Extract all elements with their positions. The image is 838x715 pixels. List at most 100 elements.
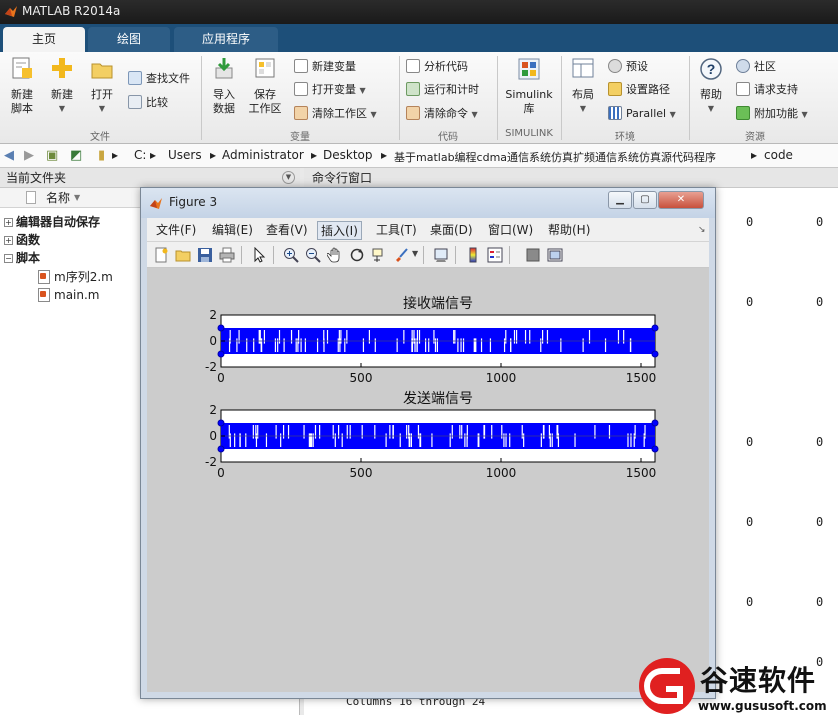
path-separator: ▸: [751, 148, 758, 162]
open-variable-button[interactable]: 打开变量 ▼: [294, 81, 366, 99]
collapse-icon[interactable]: −: [4, 254, 13, 263]
breadcrumb-drive[interactable]: C:: [134, 148, 146, 162]
request-support-button[interactable]: 请求支持: [736, 81, 798, 99]
pointer-icon[interactable]: [251, 247, 267, 263]
data-cursor-icon[interactable]: [371, 247, 387, 263]
zoom-in-icon[interactable]: [283, 247, 299, 263]
set-path-label: 设置路径: [626, 83, 670, 96]
list-item[interactable]: main.m: [38, 286, 100, 304]
request-support-label: 请求支持: [754, 83, 798, 96]
variable-group-label: 变量: [290, 132, 310, 143]
up-folder-icon[interactable]: ▣: [46, 148, 58, 163]
new-button[interactable]: 新建 ▼: [44, 56, 80, 116]
open-folder-icon: [91, 63, 113, 79]
show-plot-tools-icon[interactable]: [547, 247, 563, 263]
rotate-icon[interactable]: [349, 247, 365, 263]
breadcrumb-desktop[interactable]: Desktop: [323, 148, 373, 162]
matlab-logo-icon: [5, 6, 17, 17]
back-arrow-icon[interactable]: ◀: [4, 148, 14, 163]
list-item[interactable]: m序列2.m: [38, 268, 113, 286]
m-file-icon: [38, 288, 50, 302]
file-label: m序列2.m: [54, 270, 113, 284]
layout-dropdown-icon: ▼: [579, 104, 587, 113]
expand-icon[interactable]: +: [4, 236, 13, 245]
layout-button[interactable]: 布局 ▼: [566, 56, 600, 116]
pan-icon[interactable]: [327, 247, 343, 263]
tab-plots[interactable]: 绘图: [88, 27, 170, 52]
panel-actions-icon[interactable]: ▼: [282, 171, 295, 184]
parallel-button[interactable]: Parallel ▼: [608, 105, 676, 123]
breadcrumb-project-folder[interactable]: 基于matlab编程cdma通信系统仿真扩频通信系统仿真源代码程序: [394, 149, 716, 165]
menu-file[interactable]: 文件(F): [153, 221, 199, 240]
figure-canvas[interactable]: 接收端信号 2 0 -2 0 500 1000 1500 发送端信号 2 0 -2 0 500 1000 15…: [147, 268, 709, 692]
run-and-time-button[interactable]: 运行和计时: [406, 81, 479, 99]
figure-window[interactable]: Figure 3 ▁ ▢ ✕ 文件(F) 编辑(E) 查看(V) 插入(I) 工…: [140, 187, 716, 699]
preferences-button[interactable]: 预设: [608, 58, 648, 76]
output-value: 0: [746, 515, 754, 529]
brush-dropdown-icon[interactable]: ▼: [412, 249, 418, 258]
list-item[interactable]: + 编辑器自动保存: [4, 213, 100, 231]
output-value: 0: [746, 435, 754, 449]
zoom-out-icon[interactable]: [305, 247, 321, 263]
sort-arrow-icon: ▼: [74, 193, 81, 202]
menu-edit[interactable]: 编辑(E): [209, 221, 256, 240]
community-button[interactable]: 社区: [736, 58, 776, 76]
save-workspace-button[interactable]: 保存 工作区: [246, 56, 284, 116]
compare-label: 比较: [146, 96, 168, 109]
menu-insert[interactable]: 插入(I): [317, 221, 362, 240]
clear-commands-button[interactable]: 清除命令 ▼: [406, 105, 478, 123]
minimize-icon: ▁: [616, 194, 624, 205]
tab-apps[interactable]: 应用程序: [174, 27, 278, 52]
forward-arrow-icon[interactable]: ▶: [24, 148, 34, 163]
colorbar-icon[interactable]: [465, 247, 481, 263]
menu-tools[interactable]: 工具(T): [373, 221, 420, 240]
open-button[interactable]: 打开 ▼: [84, 56, 120, 116]
simulink-group-label: SIMULINK: [505, 128, 553, 139]
folder-label: 函数: [16, 233, 41, 247]
set-path-button[interactable]: 设置路径: [608, 81, 670, 99]
import-data-button[interactable]: 导入 数据: [206, 56, 242, 116]
maximize-button[interactable]: ▢: [633, 191, 657, 209]
expand-icon[interactable]: +: [4, 218, 13, 227]
clear-workspace-button[interactable]: 清除工作区 ▼: [294, 105, 377, 123]
file-type-icon: [26, 191, 36, 204]
new-variable-button[interactable]: 新建变量: [294, 58, 356, 76]
plot-area[interactable]: 接收端信号20-20 500 1000 1500发送端信号20-20 500 1000 15…: [147, 268, 709, 692]
open-icon[interactable]: [175, 247, 191, 263]
close-button[interactable]: ✕: [658, 191, 704, 209]
analyze-code-button[interactable]: 分析代码: [406, 58, 468, 76]
x-tick-label: 1500: [626, 371, 657, 385]
menu-window[interactable]: 窗口(W): [485, 221, 536, 240]
add-ons-button[interactable]: 附加功能 ▼: [736, 105, 808, 123]
breadcrumb-administrator[interactable]: Administrator: [222, 148, 304, 162]
browse-folder-icon[interactable]: ◩: [70, 148, 82, 163]
legend-icon[interactable]: [487, 247, 503, 263]
list-item[interactable]: − 脚本: [4, 249, 40, 267]
gear-icon: [608, 59, 622, 73]
new-script-button[interactable]: 新建 脚本: [4, 56, 40, 116]
analyze-code-label: 分析代码: [424, 60, 468, 73]
print-icon[interactable]: [219, 247, 235, 263]
menu-help[interactable]: 帮助(H): [545, 221, 593, 240]
list-item[interactable]: + 函数: [4, 231, 40, 249]
save-icon[interactable]: [197, 247, 213, 263]
simulink-library-button[interactable]: Simulink 库: [502, 56, 556, 116]
figure-title-bar[interactable]: Figure 3 ▁ ▢ ✕: [141, 188, 715, 218]
breadcrumb-code[interactable]: code: [764, 148, 793, 162]
compare-button[interactable]: 比较: [128, 94, 168, 112]
minimize-button[interactable]: ▁: [608, 191, 632, 209]
output-value: 0: [746, 215, 754, 229]
link-plot-icon[interactable]: [433, 247, 449, 263]
tab-home[interactable]: 主页: [3, 27, 85, 52]
hide-plot-tools-icon[interactable]: [525, 247, 541, 263]
brush-icon[interactable]: [393, 247, 409, 263]
x-tick-label: 1500: [626, 466, 657, 480]
breadcrumb-users[interactable]: Users: [168, 148, 202, 162]
set-path-icon: [608, 82, 622, 96]
menu-view[interactable]: 查看(V): [263, 221, 311, 240]
find-files-button[interactable]: 查找文件: [128, 70, 190, 88]
menu-dock-icon[interactable]: ↘: [695, 221, 709, 240]
menu-desktop[interactable]: 桌面(D): [427, 221, 476, 240]
help-button[interactable]: ? 帮助 ▼: [694, 56, 728, 116]
new-figure-icon[interactable]: [153, 247, 169, 263]
